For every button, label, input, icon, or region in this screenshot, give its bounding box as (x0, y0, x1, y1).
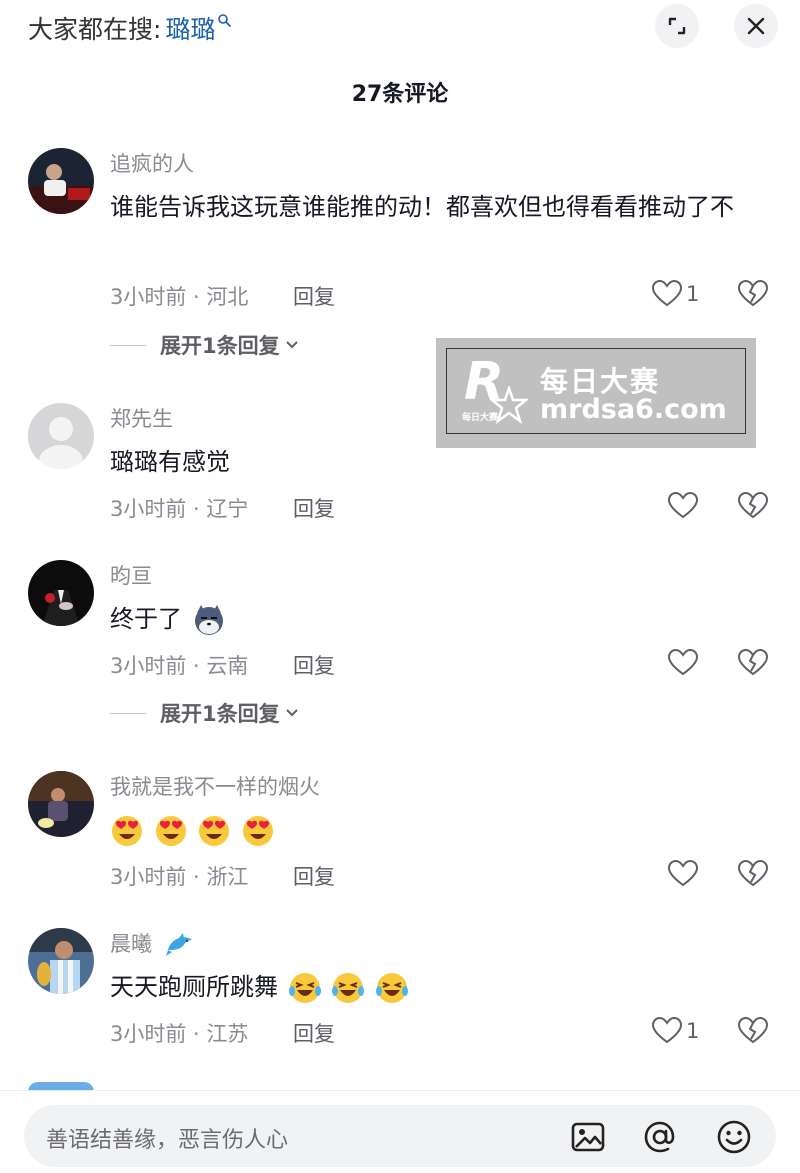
laughing-crying-emoji-icon (332, 973, 365, 1003)
dislike-button[interactable] (737, 648, 769, 681)
comment-meta: 3小时前 · 江苏 (110, 1022, 249, 1046)
heart-icon (668, 492, 698, 519)
username[interactable]: 我就是我不一样的烟火 (110, 771, 320, 801)
heart-icon (652, 1017, 682, 1044)
broken-heart-icon (737, 1016, 769, 1044)
broken-heart-icon (737, 279, 769, 307)
like-count: 1 (686, 1019, 700, 1043)
close-icon (747, 17, 765, 35)
username[interactable]: 昀亘 (110, 560, 152, 590)
expand-replies-label: 展开1条回复 (160, 702, 280, 726)
chevron-down-icon (285, 341, 298, 349)
reply-button[interactable]: 回复 (293, 861, 335, 891)
comment-text (110, 809, 760, 851)
divider (110, 344, 146, 346)
top-bar: 大家都在搜: 璐璐 (0, 0, 800, 60)
comment-meta: 3小时前 · 辽宁 (110, 497, 249, 521)
comment-text: 终于了 (110, 598, 760, 640)
watermark-logo: R 每日大赛 (462, 352, 532, 430)
comment-text-content: 终于了 (110, 605, 182, 633)
emoji-icon[interactable] (716, 1119, 752, 1155)
search-icon (218, 14, 232, 27)
avatar[interactable] (28, 560, 94, 626)
close-button[interactable] (734, 4, 778, 48)
divider (110, 712, 146, 714)
avatar[interactable] (28, 403, 94, 469)
comment-meta: 3小时前 · 河北 (110, 285, 249, 309)
dislike-button[interactable] (737, 1016, 769, 1049)
trending-keyword[interactable]: 璐璐 (165, 10, 215, 46)
comment-meta: 3小时前 · 云南 (110, 654, 249, 678)
like-button[interactable] (668, 860, 698, 888)
wolf-emoji-icon (194, 605, 223, 635)
username[interactable]: 追疯的人 (110, 148, 194, 178)
expand-icon (668, 17, 686, 35)
watermark: R 每日大赛 每日大赛 mrdsa6.com (436, 338, 756, 448)
broken-heart-icon (737, 859, 769, 887)
watermark-url: mrdsa6.com (540, 394, 727, 425)
avatar[interactable] (28, 771, 94, 837)
expand-replies-label: 展开1条回复 (160, 334, 280, 358)
expand-button[interactable] (655, 4, 699, 48)
reply-button[interactable]: 回复 (293, 493, 335, 523)
at-icon[interactable] (642, 1119, 678, 1155)
like-count: 1 (686, 282, 700, 306)
comment-input[interactable]: 善语结善缘，恶言伤人心 (24, 1105, 776, 1167)
like-button[interactable] (668, 492, 698, 520)
trending-search[interactable]: 大家都在搜: 璐璐 (28, 10, 232, 46)
dislike-button[interactable] (737, 491, 769, 524)
like-button[interactable] (668, 649, 698, 677)
watermark-logo-small: 每日大赛 (462, 413, 499, 423)
heart-eyes-emoji-icon (155, 816, 186, 846)
username[interactable]: 郑先生 (110, 403, 173, 433)
comment-input-bar: 善语结善缘，恶言伤人心 (0, 1090, 800, 1173)
heart-eyes-emoji-icon (199, 816, 230, 846)
heart-eyes-emoji-icon (242, 816, 273, 846)
heart-icon (668, 649, 698, 676)
reply-button[interactable]: 回复 (293, 1018, 335, 1048)
laughing-crying-emoji-icon (375, 973, 408, 1003)
laughing-crying-emoji-icon (288, 973, 321, 1003)
like-button[interactable]: 1 (652, 1017, 699, 1045)
heart-eyes-emoji-icon (112, 816, 142, 846)
dislike-button[interactable] (737, 859, 769, 892)
avatar[interactable] (28, 928, 94, 994)
comment-text: 天天跑厕所跳舞 (110, 966, 760, 1008)
reply-button[interactable]: 回复 (293, 650, 335, 680)
comment-text: 谁能告诉我这玩意谁能推的动！都喜欢但也得看看推动了不 (110, 193, 734, 221)
like-button[interactable]: 1 (652, 280, 699, 308)
broken-heart-icon (737, 491, 769, 519)
heart-icon (668, 860, 698, 887)
image-icon[interactable] (570, 1119, 606, 1155)
input-placeholder: 善语结善缘，恶言伤人心 (46, 1128, 289, 1153)
broken-heart-icon (737, 648, 769, 676)
chevron-down-icon (285, 709, 298, 717)
comment-meta: 3小时前 · 浙江 (110, 865, 249, 889)
dislike-button[interactable] (737, 279, 769, 312)
username[interactable]: 晨曦 (110, 928, 195, 958)
comment-count: 27条评论 (351, 82, 449, 107)
avatar[interactable] (28, 148, 94, 214)
heart-icon (652, 280, 682, 307)
dolphin-icon (165, 933, 192, 956)
username-text: 晨曦 (110, 932, 152, 956)
comment-text-content: 天天跑厕所跳舞 (110, 973, 278, 1001)
trending-label: 大家都在搜: (28, 15, 162, 44)
expand-replies-button[interactable]: 展开1条回复 (110, 698, 300, 728)
expand-replies-button[interactable]: 展开1条回复 (110, 330, 300, 360)
reply-button[interactable]: 回复 (293, 281, 335, 311)
